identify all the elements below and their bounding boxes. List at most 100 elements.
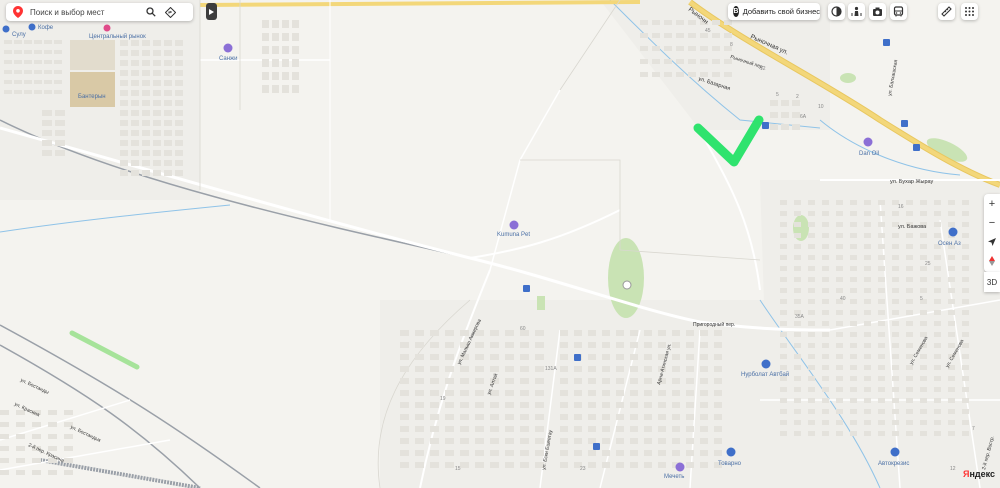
building: [948, 200, 955, 205]
building: [588, 330, 596, 336]
building: [664, 20, 672, 25]
building: [864, 200, 871, 205]
building: [535, 378, 544, 384]
building: [32, 458, 41, 463]
bus-stop-icon[interactable]: [913, 144, 920, 151]
building: [0, 470, 9, 475]
compass-button[interactable]: [984, 251, 1000, 270]
building: [878, 244, 885, 249]
building: [272, 33, 279, 41]
building: [822, 244, 829, 249]
bus-stop-icon[interactable]: [593, 443, 600, 450]
building: [864, 398, 871, 403]
building: [272, 72, 279, 80]
building: [505, 414, 514, 420]
building: [44, 80, 52, 84]
building: [892, 255, 899, 260]
building: [712, 33, 720, 38]
3d-mode-button[interactable]: 3D: [984, 272, 1000, 292]
building: [948, 266, 955, 271]
building: [794, 211, 801, 216]
building: [55, 140, 65, 146]
bus-stop-icon[interactable]: [901, 120, 908, 127]
building: [131, 160, 139, 166]
building: [16, 446, 25, 451]
building: [630, 438, 638, 444]
building: [574, 426, 582, 432]
building: [560, 378, 568, 384]
building: [32, 422, 41, 427]
building: [920, 321, 927, 326]
search-button[interactable]: [143, 4, 159, 20]
bus-stop-icon[interactable]: [883, 39, 890, 46]
building: [934, 288, 941, 293]
cemetery-icon: [622, 280, 632, 290]
bus-stop-icon[interactable]: [574, 354, 581, 361]
building: [48, 434, 57, 439]
panel-toggle-button[interactable]: [206, 3, 217, 20]
poi-kofe[interactable]: Кофе: [28, 23, 54, 32]
building: [400, 462, 409, 468]
route-button[interactable]: [162, 4, 178, 20]
building: [850, 431, 857, 436]
zoom-in-button[interactable]: +: [984, 194, 1000, 213]
building: [920, 431, 927, 436]
panorama-button[interactable]: [848, 3, 865, 20]
building: [430, 462, 439, 468]
building: [54, 70, 62, 74]
building: [962, 222, 969, 227]
menu-button[interactable]: [961, 3, 978, 20]
building: [142, 60, 150, 66]
locate-button[interactable]: [984, 232, 1000, 251]
building: [850, 365, 857, 370]
building: [934, 266, 941, 271]
building: [878, 409, 885, 414]
building: [948, 299, 955, 304]
building: [850, 387, 857, 392]
building: [0, 434, 9, 439]
building: [850, 266, 857, 271]
building: [688, 59, 696, 64]
building: [686, 402, 694, 408]
building: [153, 140, 161, 146]
building: [640, 33, 648, 38]
building: [644, 330, 652, 336]
building: [808, 343, 815, 348]
layers-button[interactable]: [828, 3, 845, 20]
building: [131, 140, 139, 146]
building: [44, 40, 52, 44]
building: [672, 378, 680, 384]
building: [262, 72, 269, 80]
building: [560, 450, 568, 456]
building: [676, 72, 684, 77]
building: [131, 100, 139, 106]
bus-stop-icon[interactable]: [762, 122, 769, 129]
zoom-out-button[interactable]: −: [984, 213, 1000, 232]
building: [445, 462, 454, 468]
add-business-button[interactable]: B Добавить свой бизнес: [728, 3, 820, 20]
building: [892, 310, 899, 315]
building: [272, 85, 279, 93]
building: [794, 354, 801, 359]
ruler-button[interactable]: [938, 3, 955, 20]
building: [574, 342, 582, 348]
transit-button[interactable]: [890, 3, 907, 20]
photo-button[interactable]: [869, 3, 886, 20]
building: [892, 398, 899, 403]
map-canvas[interactable]: Рыночн Рыночная ул. Рыночный пер. ул. Ба…: [0, 0, 1000, 488]
building: [664, 72, 672, 77]
building: [948, 409, 955, 414]
building: [934, 321, 941, 326]
search-input[interactable]: [30, 7, 140, 17]
building: [164, 120, 172, 126]
building: [475, 426, 484, 432]
building: [672, 426, 680, 432]
bus-stop-icon[interactable]: [523, 285, 530, 292]
house-number: 15: [455, 466, 461, 472]
yandex-logo: Яндекс: [963, 469, 995, 479]
search-box[interactable]: [6, 3, 193, 21]
add-business-label: Добавить свой бизнес: [742, 7, 820, 16]
building: [131, 130, 139, 136]
building: [400, 438, 409, 444]
poi-banteryn[interactable]: Бантерын: [70, 72, 115, 107]
